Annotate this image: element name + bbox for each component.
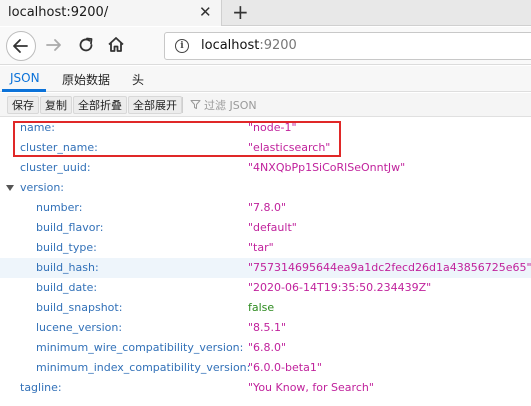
json-value: false: [248, 301, 275, 314]
json-key: number:: [36, 201, 83, 214]
json-row-lucene-version[interactable]: lucene_version: "8.5.1": [0, 318, 531, 338]
filter-icon: [190, 100, 201, 109]
back-arrow-icon: [13, 39, 28, 53]
json-key: build_date:: [36, 281, 98, 294]
json-row-number[interactable]: number: "7.8.0": [0, 198, 531, 218]
json-value: "default": [248, 221, 297, 234]
json-row-cluster-name[interactable]: cluster_name: "elasticsearch": [0, 138, 531, 158]
json-key: name:: [20, 121, 55, 134]
tab-json[interactable]: JSON: [10, 71, 40, 85]
new-tab-button[interactable]: +: [232, 0, 249, 24]
tab-strip: localhost:9200/ ✕ +: [0, 0, 531, 26]
navigation-bar: i localhost:9200: [0, 27, 531, 65]
json-key: minimum_wire_compatibility_version:: [36, 341, 244, 354]
json-value: "elasticsearch": [248, 141, 331, 154]
json-value: "6.8.0": [248, 341, 287, 354]
address-bar[interactable]: i localhost:9200: [164, 32, 531, 60]
json-row-min-index-compat[interactable]: minimum_index_compatibility_version: "6.…: [0, 358, 531, 378]
json-key: build_type:: [36, 241, 97, 254]
json-toolbar: 保存 复制 全部折叠 全部展开 过滤 JSON: [0, 93, 531, 117]
reload-button[interactable]: [76, 35, 96, 55]
json-key: cluster_uuid:: [20, 161, 91, 174]
json-value: "tar": [248, 241, 274, 254]
json-key: build_flavor:: [36, 221, 104, 234]
forward-arrow-icon: [46, 39, 61, 51]
expand-all-button[interactable]: 全部展开: [128, 96, 182, 114]
url-host: localhost: [201, 38, 260, 53]
json-key: build_hash:: [36, 261, 99, 274]
json-row-tagline[interactable]: tagline: "You Know, for Search": [0, 378, 531, 398]
home-button[interactable]: [106, 35, 126, 55]
json-row-build-flavor[interactable]: build_flavor: "default": [0, 218, 531, 238]
copy-button[interactable]: 复制: [40, 96, 72, 114]
active-tab-indicator: [2, 89, 46, 92]
collapse-all-button[interactable]: 全部折叠: [73, 96, 127, 114]
close-tab-icon[interactable]: ✕: [199, 3, 212, 21]
json-row-name[interactable]: name: "node-1": [0, 118, 531, 138]
tab-headers[interactable]: 头: [132, 71, 144, 88]
json-value: "node-1": [248, 121, 297, 134]
json-key: tagline:: [20, 381, 62, 394]
tab-raw-data[interactable]: 原始数据: [62, 71, 110, 88]
json-row-build-date[interactable]: build_date: "2020-06-14T19:35:50.234439Z…: [0, 278, 531, 298]
filter-json-input[interactable]: 过滤 JSON: [204, 97, 257, 113]
json-value: "8.5.1": [248, 321, 287, 334]
json-row-build-hash[interactable]: build_hash: "757314695644ea9a1dc2fecd26d…: [0, 258, 531, 278]
json-key: build_snapshot:: [36, 301, 123, 314]
expand-toggle-icon[interactable]: [6, 185, 14, 191]
url-port: :9200: [259, 38, 297, 53]
json-viewer-tabs: JSON 原始数据 头: [0, 66, 531, 92]
toolbar-divider: [182, 97, 183, 113]
json-value: "6.0.0-beta1": [248, 361, 322, 374]
json-row-build-type[interactable]: build_type: "tar": [0, 238, 531, 258]
url-text[interactable]: localhost:9200: [201, 38, 297, 53]
json-value: "You Know, for Search": [248, 381, 374, 394]
json-value: "757314695644ea9a1dc2fecd26d1a43856725e6…: [248, 261, 531, 274]
json-row-min-wire-compat[interactable]: minimum_wire_compatibility_version: "6.8…: [0, 338, 531, 358]
tab-title: localhost:9200/: [8, 5, 109, 20]
browser-tab[interactable]: localhost:9200/ ✕: [0, 0, 222, 26]
json-row-version[interactable]: version:: [0, 178, 531, 198]
json-row-cluster-uuid[interactable]: cluster_uuid: "4NXQbPp1SiCoRlSeOnntJw": [0, 158, 531, 178]
forward-button[interactable]: [44, 35, 64, 55]
json-value: "7.8.0": [248, 201, 287, 214]
json-key: cluster_name:: [20, 141, 98, 154]
json-value: "2020-06-14T19:35:50.234439Z": [248, 281, 432, 294]
json-row-build-snapshot[interactable]: build_snapshot: false: [0, 298, 531, 318]
save-button[interactable]: 保存: [7, 96, 39, 114]
back-button[interactable]: [6, 31, 36, 61]
json-key: minimum_index_compatibility_version:: [36, 361, 251, 374]
json-key: version:: [20, 181, 64, 194]
json-value: "4NXQbPp1SiCoRlSeOnntJw": [248, 161, 406, 174]
json-key: lucene_version:: [36, 321, 123, 334]
reload-icon: [79, 37, 93, 52]
site-info-icon[interactable]: i: [175, 39, 189, 53]
home-icon: [108, 37, 124, 52]
